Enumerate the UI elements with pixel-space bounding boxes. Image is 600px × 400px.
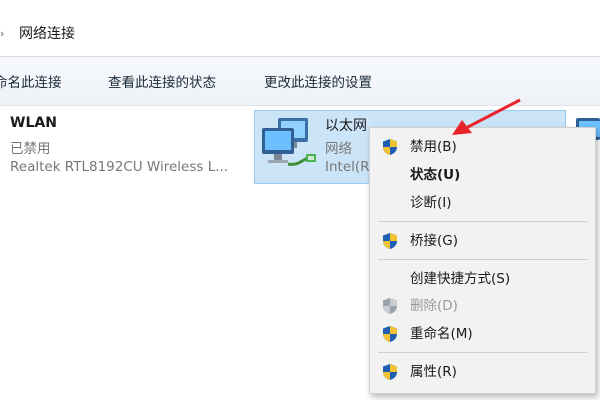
connection-name: 以太网 xyxy=(325,118,367,134)
address-bar[interactable] xyxy=(0,14,600,57)
view-connection-status-button[interactable]: 查看此连接的状态 xyxy=(108,74,216,92)
annotation-arrow-icon xyxy=(452,98,521,135)
menu-item-label: 重命名(M) xyxy=(410,326,473,342)
menu-item-status[interactable]: 状态(U) xyxy=(370,162,595,188)
context-menu: 禁用(B) 状态(U) 诊断(I) 桥接(G) 创建快捷方式(S) 删除(D) … xyxy=(369,127,596,394)
menu-item-bridge[interactable]: 桥接(G) xyxy=(370,228,595,254)
menu-separator xyxy=(378,221,587,222)
menu-separator xyxy=(378,259,587,260)
menu-item-label: 属性(R) xyxy=(410,364,457,380)
uac-shield-icon xyxy=(383,364,397,380)
menu-item-delete: 删除(D) xyxy=(370,293,595,319)
change-connection-settings-button[interactable]: 更改此连接的设置 xyxy=(264,74,372,92)
menu-item-label: 创建快捷方式(S) xyxy=(410,271,511,287)
breadcrumb-location[interactable]: 网络连接 xyxy=(19,25,75,43)
connection-name: WLAN xyxy=(10,115,57,131)
uac-shield-icon xyxy=(383,139,397,155)
uac-shield-icon xyxy=(383,298,397,314)
ethernet-adapter-icon xyxy=(262,118,316,166)
connection-status: 已禁用 xyxy=(10,141,51,157)
breadcrumb-chevron-icon[interactable]: › xyxy=(0,27,10,41)
menu-item-label: 状态(U) xyxy=(410,167,461,183)
menu-item-label: 诊断(I) xyxy=(410,195,452,211)
uac-shield-icon xyxy=(383,233,397,249)
connection-device: Intel(R xyxy=(325,159,370,175)
menu-item-rename[interactable]: 重命名(M) xyxy=(370,321,595,347)
connection-device: Realtek RTL8192CU Wireless L... xyxy=(10,159,229,175)
menu-item-diagnose[interactable]: 诊断(I) xyxy=(370,190,595,216)
rename-connection-button[interactable]: 命名此连接 xyxy=(0,74,62,92)
uac-shield-icon xyxy=(383,326,397,342)
menu-item-label: 删除(D) xyxy=(410,298,458,314)
menu-item-label: 桥接(G) xyxy=(410,233,458,249)
connection-status: 网络 xyxy=(325,141,352,157)
menu-item-create-shortcut[interactable]: 创建快捷方式(S) xyxy=(370,266,595,292)
menu-item-properties[interactable]: 属性(R) xyxy=(370,359,595,385)
window-top-strip xyxy=(0,0,600,15)
menu-item-label: 禁用(B) xyxy=(410,139,457,155)
menu-separator xyxy=(378,352,587,353)
